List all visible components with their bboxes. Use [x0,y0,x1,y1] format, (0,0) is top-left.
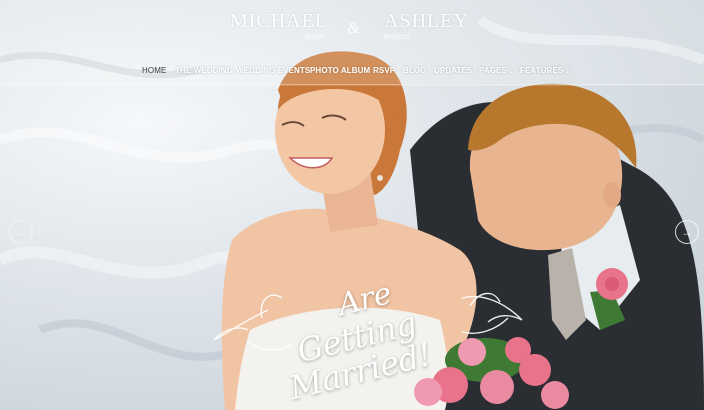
bride-first-name: ASHLEY [384,10,469,32]
nav-item-photo-album[interactable]: PHOTO ALBUM [310,66,370,75]
site-header: MICHAEL Smith & ASHLEY Bellucci HOME THE… [0,0,704,86]
nav-item-pages[interactable]: PAGES ↓ [479,66,513,75]
hero-slide: MICHAEL Smith & ASHLEY Bellucci HOME THE… [0,0,704,410]
ampersand: & [347,20,360,37]
nav-item-wedding-events[interactable]: WEDDING EVENTS [236,66,310,75]
nav-item-the-wedding[interactable]: THE WEDDING [175,66,233,75]
nav-item-features[interactable]: FEATURES ↓ [520,66,570,75]
groom-first-name: MICHAEL [230,10,329,32]
bride-last-name: Bellucci [384,34,411,41]
nav-item-home[interactable]: HOME [142,66,166,75]
arrow-right-icon[interactable]: → [675,220,699,244]
nav-item-updates[interactable]: UPDATES [434,66,472,75]
arrow-left-icon[interactable]: ← [9,220,33,244]
main-nav: HOME THE WEDDING WEDDING EVENTS PHOTO AL… [0,66,704,82]
groom-last-name: Smith [305,34,325,41]
header-divider [0,84,704,85]
couple-names: MICHAEL Smith & ASHLEY Bellucci [0,10,704,44]
nav-item-blog[interactable]: BLOG [403,66,427,75]
nav-item-rsvp[interactable]: RSVP [373,66,395,75]
